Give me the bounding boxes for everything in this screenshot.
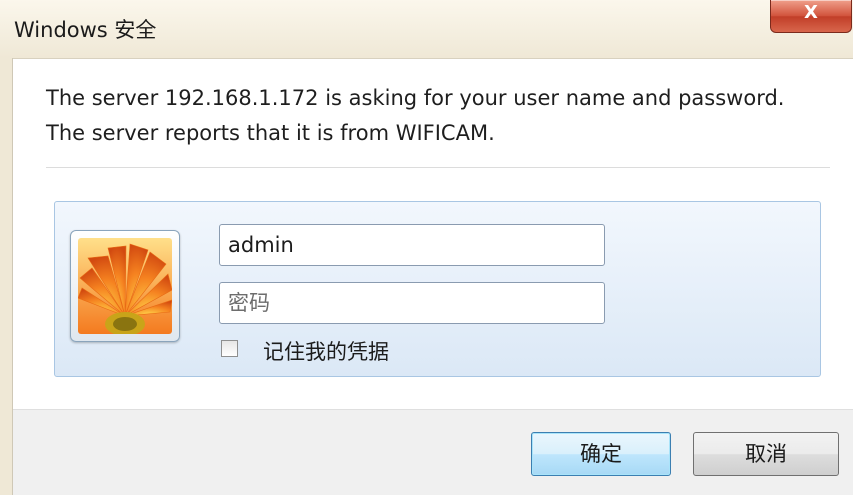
username-input[interactable]: admin <box>219 224 605 266</box>
windows-security-dialog: Windows 安全 X The server 192.168.1.172 is… <box>0 0 853 495</box>
cancel-button[interactable]: 取消 <box>693 432 839 476</box>
dialog-content: The server 192.168.1.172 is asking for y… <box>13 59 853 495</box>
close-button[interactable]: X <box>770 0 852 33</box>
password-input[interactable]: 密码 <box>219 282 605 324</box>
close-icon: X <box>804 2 818 23</box>
user-avatar <box>70 230 180 342</box>
server-message: The server 192.168.1.172 is asking for y… <box>46 86 785 145</box>
window-frame-left <box>0 58 13 495</box>
remember-checkbox[interactable] <box>221 340 238 357</box>
user-tile-flower-icon <box>78 238 172 334</box>
ok-button[interactable]: 确定 <box>531 432 671 476</box>
credential-panel: admin 密码 记住我的凭据 <box>54 201 821 377</box>
window-title: Windows 安全 <box>14 18 157 42</box>
button-bar: 确定 取消 <box>13 409 853 495</box>
title-bar[interactable]: Windows 安全 X <box>0 0 853 59</box>
remember-label: 记住我的凭据 <box>263 340 389 364</box>
divider <box>46 167 830 168</box>
